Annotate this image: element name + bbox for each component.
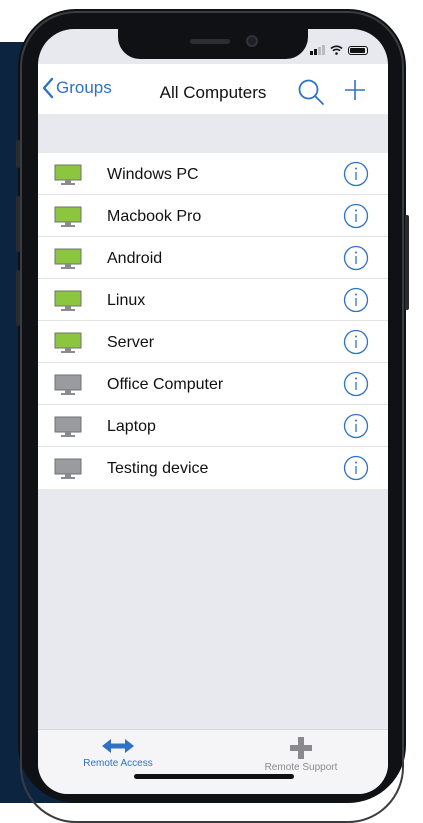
device-name: Android	[107, 250, 163, 267]
info-icon[interactable]	[343, 329, 369, 355]
back-label: Groups	[56, 78, 112, 97]
device-name: Laptop	[107, 418, 156, 435]
tab-remote-access-label: Remote Access	[83, 758, 153, 769]
tab-bar: Remote Access Remote Support	[38, 729, 388, 794]
device-row[interactable]: Testing device	[38, 447, 388, 489]
device-row[interactable]: Linux	[38, 279, 388, 321]
battery-icon	[348, 45, 368, 55]
device-name: Testing device	[107, 460, 209, 477]
home-indicator	[134, 774, 294, 779]
wifi-icon	[330, 45, 343, 55]
device-row[interactable]: Macbook Pro	[38, 195, 388, 237]
monitor-icon	[54, 416, 82, 437]
info-icon[interactable]	[343, 161, 369, 187]
monitor-icon	[54, 332, 82, 353]
power-button	[405, 215, 409, 310]
device-row[interactable]: Server	[38, 321, 388, 363]
device-row[interactable]: Android	[38, 237, 388, 279]
add-icon[interactable]	[343, 78, 367, 102]
monitor-icon	[54, 290, 82, 311]
volume-down-button	[16, 270, 20, 326]
camera	[246, 35, 258, 47]
device-name: Windows PC	[107, 166, 199, 183]
device-name: Office Computer	[107, 376, 224, 393]
device-row[interactable]: Windows PC	[38, 153, 388, 195]
monitor-icon	[54, 248, 82, 269]
monitor-icon	[54, 458, 82, 479]
info-icon[interactable]	[343, 371, 369, 397]
device-list: Windows PC Macbook Pro Android Linux Server O…	[38, 153, 388, 489]
tab-remote-access[interactable]: Remote Access	[53, 736, 183, 769]
device-row[interactable]: Laptop	[38, 405, 388, 447]
speaker	[190, 39, 230, 44]
navigation-bar: Groups All Computers	[38, 64, 388, 114]
search-icon[interactable]	[297, 78, 325, 106]
section-header-spacer	[38, 114, 388, 153]
plus-icon	[290, 737, 312, 759]
volume-up-button	[16, 196, 20, 252]
info-icon[interactable]	[343, 203, 369, 229]
signal-icon	[310, 45, 325, 55]
back-button[interactable]: Groups	[42, 77, 112, 99]
monitor-icon	[54, 164, 82, 185]
info-icon[interactable]	[343, 287, 369, 313]
device-name: Macbook Pro	[107, 208, 202, 225]
tab-remote-support-label: Remote Support	[264, 762, 338, 773]
info-icon[interactable]	[343, 413, 369, 439]
device-name: Server	[107, 334, 155, 351]
info-icon[interactable]	[343, 245, 369, 271]
tab-remote-support[interactable]: Remote Support	[236, 736, 366, 773]
monitor-icon	[54, 374, 82, 395]
screen: Groups All Computers Windows PC Macbook P…	[38, 29, 388, 794]
notch	[118, 29, 308, 59]
info-icon[interactable]	[343, 455, 369, 481]
mute-switch	[16, 140, 20, 168]
status-bar	[310, 45, 368, 55]
device-row[interactable]: Office Computer	[38, 363, 388, 405]
double-arrow-icon	[102, 739, 134, 753]
monitor-icon	[54, 206, 82, 227]
chevron-left-icon	[42, 77, 54, 99]
device-name: Linux	[107, 292, 146, 309]
